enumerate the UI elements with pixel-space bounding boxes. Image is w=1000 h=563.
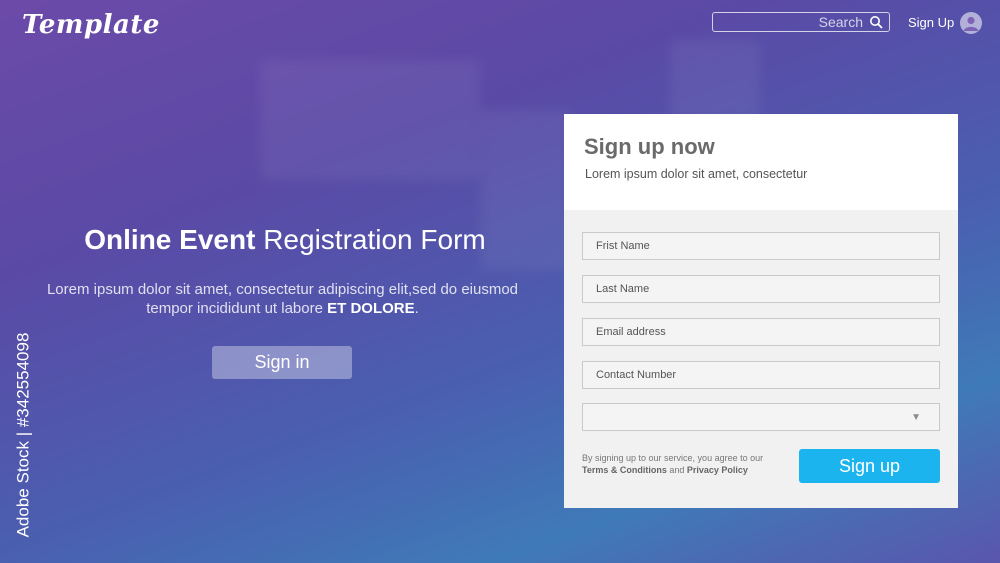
hero-subtitle-end: . (414, 300, 419, 317)
hero-subtitle-strong: ET DOLORE (327, 300, 415, 317)
terms-and: and (666, 465, 687, 475)
first-name-input[interactable] (594, 239, 939, 253)
search-icon[interactable] (869, 15, 883, 29)
terms-text: By signing up to our service, you agree … (582, 452, 782, 476)
watermark-text: Adobe Stock | #342554098 (13, 332, 32, 538)
contact-number-field[interactable] (582, 361, 940, 389)
email-field[interactable] (582, 318, 940, 346)
user-avatar-icon[interactable] (960, 12, 982, 34)
hero-subtitle-line2-text: tempor incididunt ut labore (146, 300, 328, 317)
logo[interactable]: Template (22, 10, 160, 40)
form-title: Sign up now (584, 134, 715, 159)
terms-link[interactable]: Terms & Conditions (582, 465, 667, 475)
form-header: Sign up now Lorem ipsum dolor sit amet, … (564, 114, 958, 210)
hero-title-bold: Online Event (84, 224, 256, 255)
search-box[interactable] (712, 12, 890, 32)
last-name-input[interactable] (594, 282, 939, 296)
background-building-shape (670, 40, 760, 120)
dropdown-select[interactable]: ▼ (582, 403, 940, 431)
chevron-down-icon[interactable]: ▼ (911, 412, 921, 423)
stock-watermark: Adobe Stock | #342554098 (8, 320, 38, 550)
avatar-person-icon (963, 16, 979, 31)
background-building-shape (260, 60, 480, 180)
signup-form-card: Sign up now Lorem ipsum dolor sit amet, … (564, 114, 958, 508)
hero-title: Online Event Registration Form (40, 224, 530, 256)
hero-subtitle-line2: tempor incididunt ut labore ET DOLORE. (30, 299, 535, 318)
hero-subtitle-line1: Lorem ipsum dolor sit amet, consectetur … (46, 281, 519, 298)
first-name-field[interactable] (582, 232, 940, 260)
hero-subtitle: Lorem ipsum dolor sit amet, consectetur … (30, 280, 535, 318)
privacy-link[interactable]: Privacy Policy (687, 465, 748, 475)
form-subtitle: Lorem ipsum dolor sit amet, consectetur (585, 167, 808, 181)
contact-number-input[interactable] (594, 368, 939, 382)
signup-submit-button[interactable]: Sign up (799, 449, 940, 483)
search-input[interactable] (721, 13, 865, 31)
email-input[interactable] (594, 325, 939, 339)
hero-title-rest: Registration Form (255, 224, 486, 255)
last-name-field[interactable] (582, 275, 940, 303)
terms-prefix: By signing up to our service, you agree … (582, 453, 764, 463)
signin-button[interactable]: Sign in (212, 346, 352, 379)
nav-signup-link[interactable]: Sign Up (908, 15, 954, 30)
